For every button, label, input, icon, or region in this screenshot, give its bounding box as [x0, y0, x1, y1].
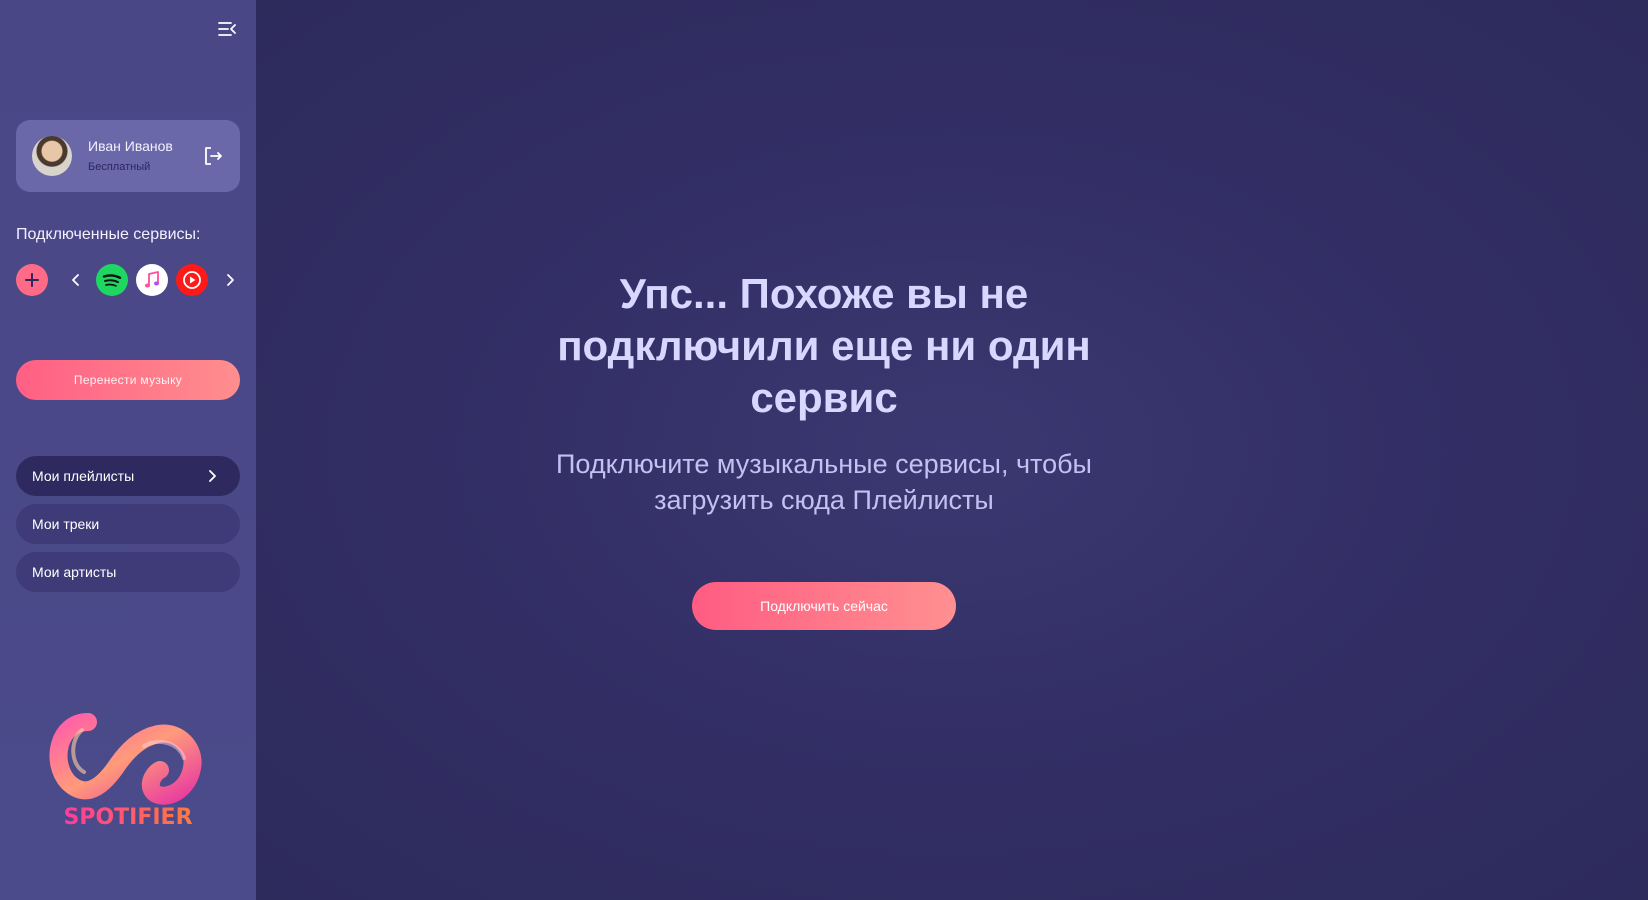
chevron-right-icon: [209, 470, 216, 482]
connect-now-button[interactable]: Подключить сейчас: [692, 582, 956, 630]
empty-state-subtitle: Подключите музыкальные сервисы, чтобы за…: [556, 449, 1092, 515]
youtube-music-icon[interactable]: [176, 264, 208, 296]
nav-item-label: Мои плейлисты: [32, 468, 135, 484]
profile-card: Иван Иванов Бесплатный: [16, 120, 240, 192]
apple-music-icon[interactable]: [136, 264, 168, 296]
nav-my-tracks[interactable]: Мои треки: [16, 504, 240, 544]
services-title: Подключенные сервисы:: [16, 226, 201, 243]
nav-my-playlists[interactable]: Мои плейлисты: [16, 456, 240, 496]
plus-icon: [25, 273, 39, 287]
avatar[interactable]: [32, 136, 72, 176]
services-prev-icon[interactable]: [68, 272, 84, 288]
transfer-music-button[interactable]: Перенести музыку: [16, 360, 240, 400]
sidebar: Иван Иванов Бесплатный Подключенные серв…: [0, 0, 256, 900]
user-plan: Бесплатный: [88, 161, 151, 173]
user-name: Иван Иванов: [88, 138, 173, 154]
services-next-icon[interactable]: [222, 272, 238, 288]
collapse-sidebar-icon[interactable]: [216, 18, 238, 40]
empty-state-title: Упс... Похоже вы не подключили еще ни од…: [557, 270, 1091, 421]
logout-icon[interactable]: [202, 145, 224, 167]
nav-item-label: Мои артисты: [32, 564, 117, 580]
nav-my-artists[interactable]: Мои артисты: [16, 552, 240, 592]
spotify-icon[interactable]: [96, 264, 128, 296]
logo-text: SPOTIFIER: [63, 805, 192, 830]
services-row: [16, 264, 246, 296]
spotifier-logo: SPOTIFIER: [48, 712, 208, 830]
add-service-button[interactable]: [16, 264, 48, 296]
nav-item-label: Мои треки: [32, 516, 100, 532]
